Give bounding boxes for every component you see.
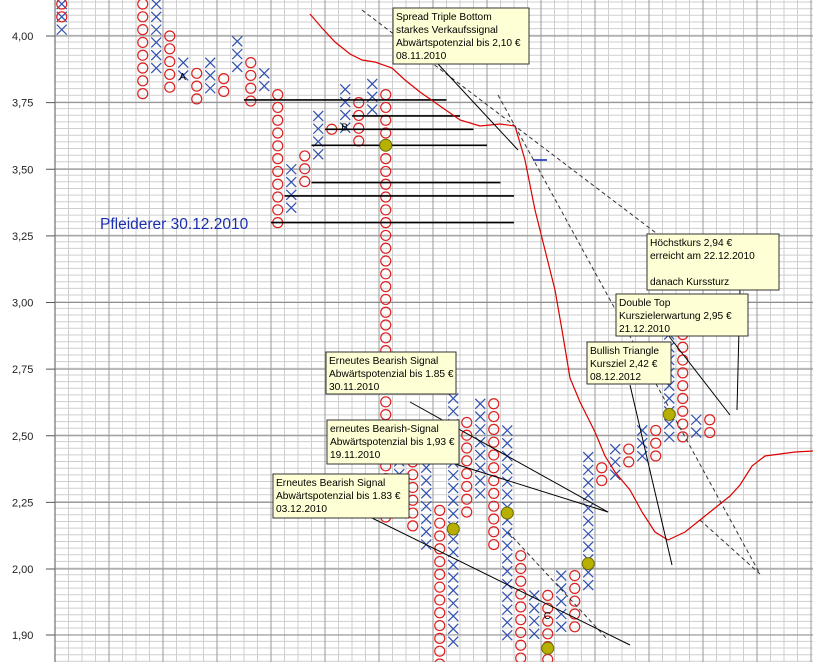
y-tick-label: 2,50: [12, 431, 33, 443]
annotation-text: Abwärtspotenzial bis 2,10 €: [396, 38, 521, 49]
y-tick-label: 3,75: [12, 98, 33, 110]
annotation-text: 19.11.2010: [330, 450, 381, 461]
annotation-text: Erneutes Bearish Signal: [329, 356, 438, 367]
signal-marker: [500, 506, 514, 520]
point-label: C: [544, 611, 551, 622]
annotation-text: Höchstkurs 2,94 €: [650, 238, 732, 249]
chart-title: Pfleiderer 30.12.2010: [100, 216, 249, 233]
y-tick-label: 2,00: [12, 564, 33, 576]
annotation-text: Spread Triple Bottom: [396, 12, 492, 23]
annotation-text: Bullish Triangle: [590, 346, 659, 357]
y-tick-label: 2,25: [12, 497, 33, 509]
y-tick-label: 2,75: [12, 364, 33, 376]
point-label: B: [341, 123, 348, 134]
y-tick-label: 4,00: [12, 31, 33, 43]
signal-marker: [446, 522, 460, 536]
annotation-text: 30.11.2010: [329, 382, 380, 393]
annotation-text: 08.12.2012: [590, 372, 641, 383]
y-tick-label: 3,00: [12, 298, 33, 310]
annotation-text: erneutes Bearish-Signal: [330, 424, 439, 435]
annotation-text: Abwärtspotenzial bis 1.83 €: [276, 491, 401, 502]
annotation-text: 21.12.2010: [619, 324, 670, 335]
annotation-text: Double Top: [619, 298, 671, 309]
annotation-text: danach Kurssturz: [650, 277, 729, 288]
y-tick-label: 1,90: [12, 630, 33, 642]
signal-marker: [541, 641, 555, 655]
signal-marker: [662, 407, 676, 421]
signal-marker: [379, 138, 393, 152]
annotation-text: Abwärtspotenzial bis 1.85 €: [329, 369, 454, 380]
point-label: A: [179, 72, 186, 83]
annotation-text: 08.11.2010: [396, 51, 447, 62]
point-figure-chart: 4,00 3,75 3,50 3,25 3,00 2,75 2,50 2,25 2,00 1,90…: [0, 0, 813, 667]
annotation-text: Abwärtspotenzial bis 1,93 €: [330, 437, 455, 448]
y-tick-label: 3,50: [12, 164, 33, 176]
signal-marker: [581, 557, 595, 571]
annotation-text: erreicht am 22.12.2010: [650, 251, 755, 262]
annotation-text: starkes Verkaufssignal: [396, 25, 498, 36]
annotation-text: Erneutes Bearish Signal: [276, 478, 385, 489]
y-tick-label: 3,25: [12, 231, 33, 243]
annotation-text: Kurszielerwartung 2,95 €: [619, 311, 732, 322]
annotation-text: 03.12.2010: [276, 504, 327, 515]
annotation-text: Kursziel 2,42 €: [590, 359, 658, 370]
chart-svg: 4,00 3,75 3,50 3,25 3,00 2,75 2,50 2,25 2,00 1,90…: [0, 0, 813, 667]
